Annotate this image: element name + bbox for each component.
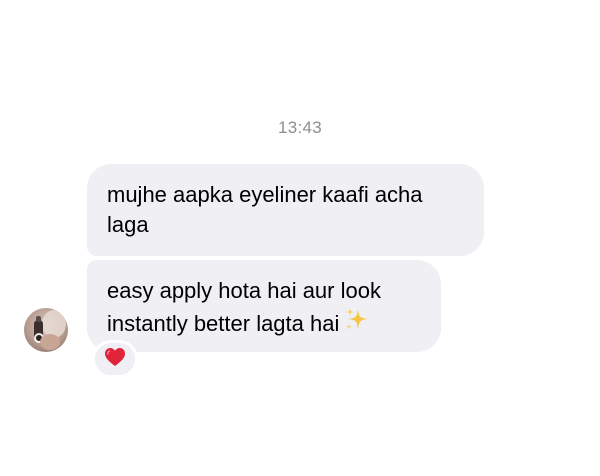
heart-icon (104, 347, 126, 372)
message-text: mujhe aapka eyeliner kaafi acha laga (107, 182, 423, 237)
reaction-badge[interactable] (92, 340, 138, 378)
avatar[interactable] (24, 308, 68, 352)
message-bubble[interactable]: easy apply hota hai aur look instantly b… (87, 260, 441, 352)
message-text: easy apply hota hai aur look instantly b… (107, 278, 381, 336)
message-bubble[interactable]: mujhe aapka eyeliner kaafi acha laga (87, 164, 484, 256)
sparkles-icon (343, 306, 371, 342)
message-timestamp: 13:43 (277, 118, 323, 137)
avatar-photo (24, 308, 68, 352)
